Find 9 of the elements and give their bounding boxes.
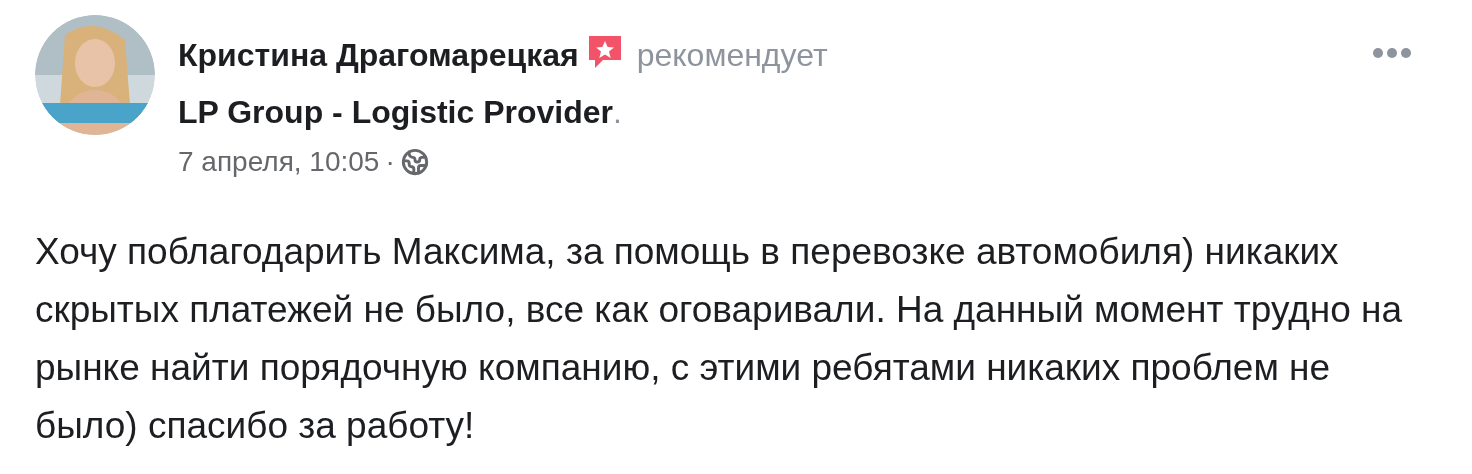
separator-dot: · bbox=[385, 145, 395, 179]
post-text: Хочу поблагодарить Максима, за помощь в перевозке автомобиля) никаких скрытых платежей не было, все как оговаривали. На данный момент трудно на рынке найти порядочную компанию, с этими ребятами никаких проблем не было) спасибо за работу! bbox=[34, 230, 1404, 448]
more-icon[interactable] bbox=[1372, 47, 1412, 59]
author-link[interactable]: Кристина Драгомарецкая bbox=[178, 37, 579, 73]
period-text: . bbox=[613, 94, 622, 130]
page-link[interactable]: LP Group - Logistic Provider. bbox=[178, 94, 622, 130]
action-text: рекомендует bbox=[636, 37, 828, 73]
globe-icon bbox=[400, 148, 429, 176]
timestamp-link[interactable]: 7 апреля, 10:05 bbox=[178, 141, 380, 183]
